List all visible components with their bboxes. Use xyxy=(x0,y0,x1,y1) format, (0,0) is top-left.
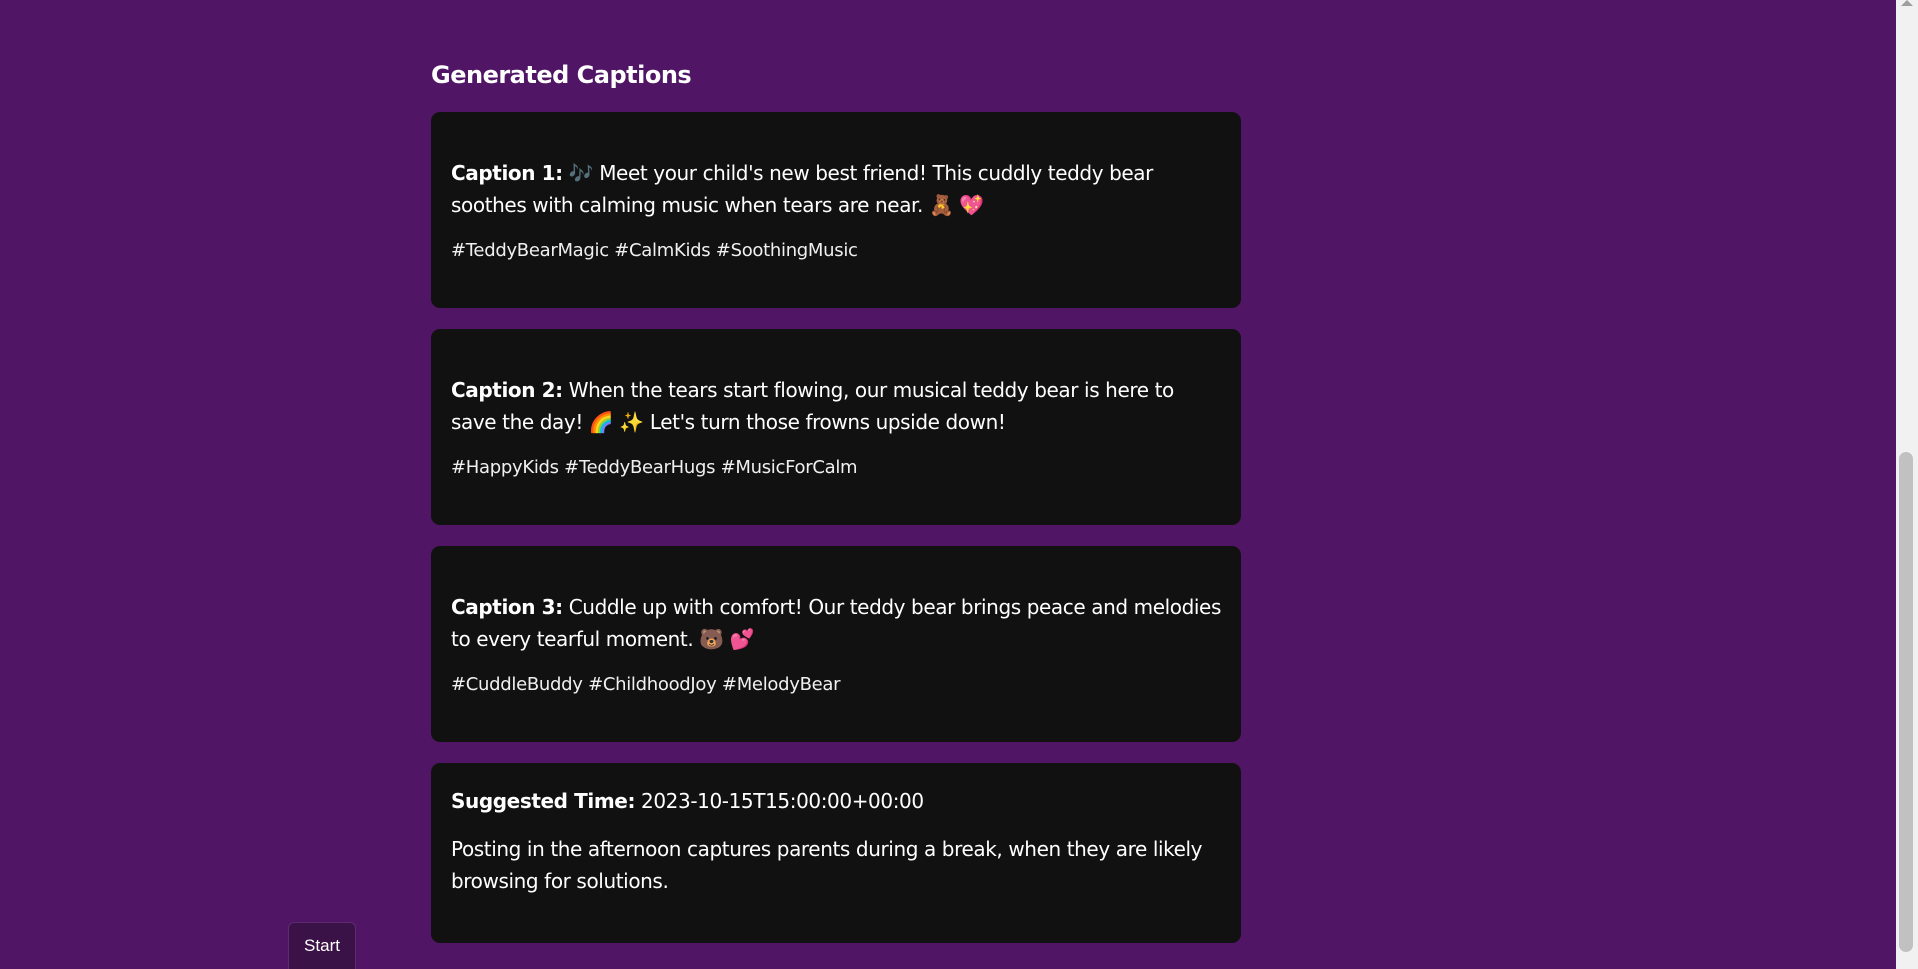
suggested-time-value: 2023-10-15T15:00:00+00:00 xyxy=(641,789,924,814)
suggested-time-card: Suggested Time: 2023-10-15T15:00:00+00:0… xyxy=(431,763,1241,944)
scrollbar-thumb[interactable] xyxy=(1899,452,1913,952)
caption-body: Cuddle up with comfort! Our teddy bear b… xyxy=(451,595,1221,652)
vertical-scrollbar[interactable] xyxy=(1896,0,1918,969)
suggested-time-label: Suggested Time: xyxy=(451,789,636,814)
caption-text: Caption 3: Cuddle up with comfort! Our t… xyxy=(451,591,1221,655)
caption-text: Caption 2: When the tears start flowing,… xyxy=(451,374,1221,438)
caption-hashtags: #HappyKids #TeddyBearHugs #MusicForCalm xyxy=(451,457,858,479)
caption-hashtags: #TeddyBearMagic #CalmKids #SoothingMusic xyxy=(451,240,858,262)
caption-label: Caption 2: xyxy=(451,378,563,403)
captions-section: Generated Captions Caption 1: 🎶 Meet you… xyxy=(431,62,1241,964)
caption-label: Caption 3: xyxy=(451,595,563,620)
caption-hashtags: #CuddleBuddy #ChildhoodJoy #MelodyBear xyxy=(451,674,841,696)
page: Generated Captions Caption 1: 🎶 Meet you… xyxy=(0,0,1918,969)
caption-text: Caption 1: 🎶 Meet your child's new best … xyxy=(451,157,1221,221)
caption-card-2: Caption 2: When the tears start flowing,… xyxy=(431,329,1241,526)
suggested-time-line: Suggested Time: 2023-10-15T15:00:00+00:0… xyxy=(451,785,1221,817)
suggested-time-description: Posting in the afternoon captures parent… xyxy=(451,837,1203,894)
section-heading: Generated Captions xyxy=(431,61,692,89)
scroll-up-arrow-icon[interactable] xyxy=(1901,0,1913,6)
caption-card-1: Caption 1: 🎶 Meet your child's new best … xyxy=(431,112,1241,309)
caption-card-3: Caption 3: Cuddle up with comfort! Our t… xyxy=(431,546,1241,743)
caption-label: Caption 1: xyxy=(451,161,563,186)
start-button[interactable]: Start xyxy=(288,922,356,969)
